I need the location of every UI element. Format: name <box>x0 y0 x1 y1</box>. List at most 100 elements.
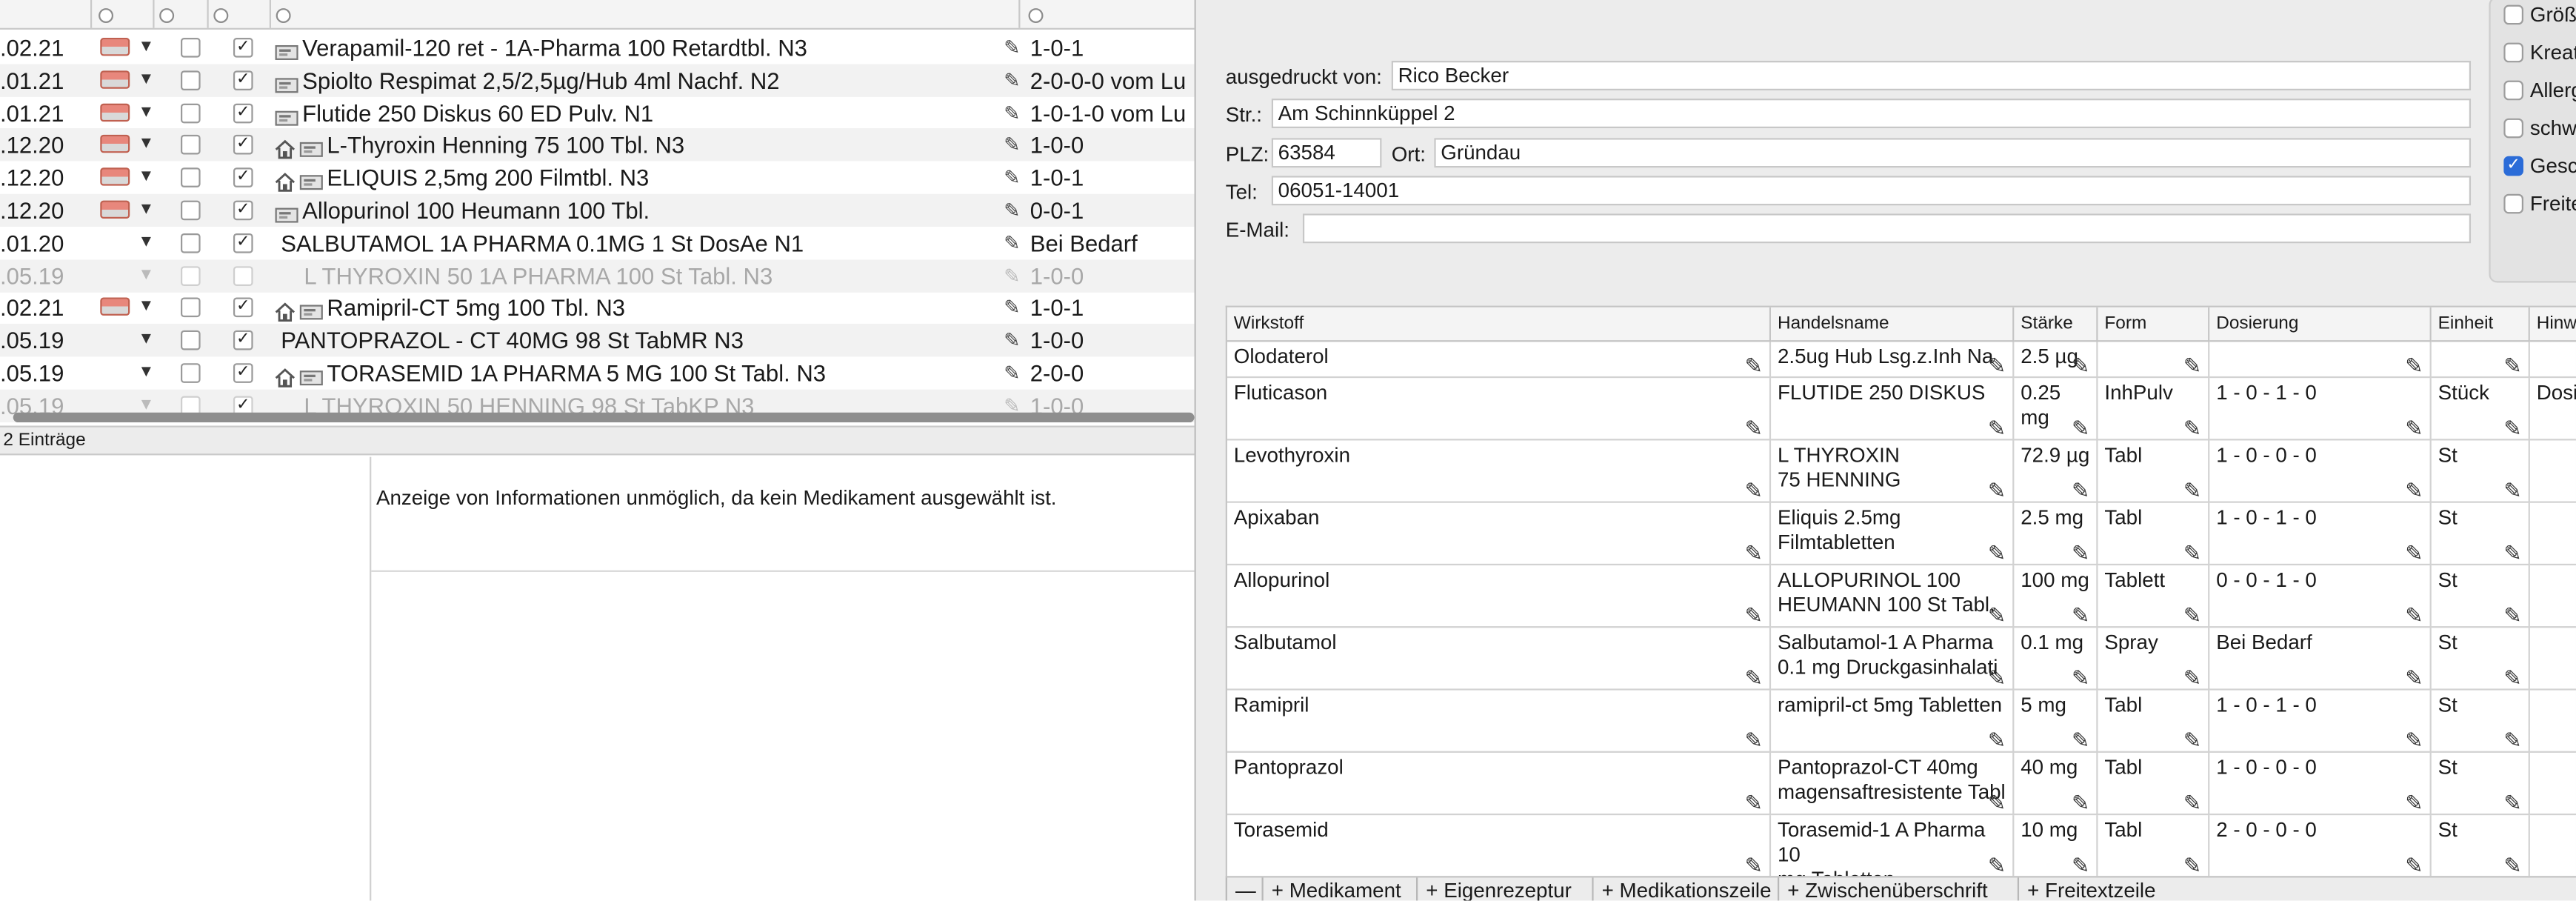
edit-pencil-icon[interactable]: ✎ <box>2072 542 2089 564</box>
row-checkbox-checked[interactable]: ✓ <box>233 233 253 253</box>
column-filter-radio[interactable] <box>1028 8 1044 24</box>
table-cell[interactable]: Ramipril <box>1227 690 1772 753</box>
table-cell[interactable]: Eliquis 2.5mg Filmtabletten <box>1771 502 2015 566</box>
table-cell[interactable]: L THYROXIN 75 HENNING <box>1771 440 2015 503</box>
table-cell[interactable]: Bei Bedarf <box>2209 628 2432 691</box>
edit-pencil-icon[interactable]: ✎ <box>2183 792 2201 814</box>
medication-row[interactable]: .12.20 ▼ ✓ L-Thyroxin Henning 75 100 Tbl. N… <box>0 128 1195 162</box>
add-freetext-line-button[interactable]: + Freitextzeile <box>2017 877 2155 901</box>
row-checkbox-checked[interactable]: ✓ <box>233 135 253 156</box>
table-cell[interactable]: 1 - 0 - 0 - 0 <box>2209 752 2432 816</box>
option-checkbox[interactable] <box>2503 80 2524 101</box>
row-checkbox-checked[interactable]: ✓ <box>233 363 253 383</box>
row-checkbox-checked[interactable]: ✓ <box>233 298 253 318</box>
edit-pencil-icon[interactable]: ✎ <box>1988 605 2006 626</box>
column-header[interactable]: Handelsname <box>1771 307 2015 342</box>
edit-pencil-icon[interactable]: ✎ <box>2072 480 2089 502</box>
edit-pencil-icon[interactable]: ✎ <box>2405 542 2423 564</box>
edit-pencil-icon[interactable]: ✎ <box>1004 259 1020 292</box>
add-medication-line-button[interactable]: + Medikationszeile <box>1592 877 1772 901</box>
edit-pencil-icon[interactable]: ✎ <box>2503 355 2521 376</box>
option-checkbox[interactable] <box>2503 42 2524 63</box>
tel-field[interactable]: 06051-14001 <box>1271 176 2472 206</box>
edit-pencil-icon[interactable]: ✎ <box>2072 854 2089 876</box>
plz-field[interactable]: 63584 <box>1271 138 1382 168</box>
horizontal-scrollbar[interactable] <box>13 412 1195 423</box>
column-separator[interactable] <box>269 0 271 28</box>
edit-pencil-icon[interactable]: ✎ <box>2405 355 2423 376</box>
edit-pencil-icon[interactable]: ✎ <box>1745 480 1763 502</box>
edit-pencil-icon[interactable]: ✎ <box>2503 605 2521 626</box>
table-cell[interactable] <box>2209 342 2432 379</box>
row-checkbox[interactable] <box>180 233 201 253</box>
table-cell[interactable]: Torasemid-1 A Pharma 10 mg Tabletten <box>1771 815 2015 877</box>
table-cell[interactable]: FLUTIDE 250 DISKUS <box>1771 378 2015 441</box>
row-checkbox[interactable] <box>180 135 201 156</box>
disclosure-triangle-icon[interactable]: ▼ <box>138 31 154 64</box>
table-cell[interactable]: Olodaterol <box>1227 342 1772 379</box>
edit-pencil-icon[interactable]: ✎ <box>1988 417 2006 439</box>
row-checkbox-checked[interactable]: ✓ <box>233 102 253 123</box>
edit-pencil-icon[interactable]: ✎ <box>1004 96 1020 129</box>
edit-pencil-icon[interactable]: ✎ <box>1988 355 2006 376</box>
table-cell[interactable]: 1 - 0 - 1 - 0 <box>2209 690 2432 753</box>
option-checkbox[interactable] <box>2503 193 2524 214</box>
disclosure-triangle-icon[interactable]: ▼ <box>138 64 154 96</box>
row-checkbox[interactable] <box>180 167 201 188</box>
column-filter-radio[interactable] <box>99 8 114 24</box>
medication-row[interactable]: .05.19 ▼ ✓ TORASEMID 1A PHARMA 5 MG 100 St … <box>0 356 1195 389</box>
edit-pencil-icon[interactable]: ✎ <box>2405 854 2423 876</box>
table-cell[interactable]: Salbutamol-1 A Pharma 0.1 mg Druckgasinh… <box>1771 628 2015 691</box>
add-own-recipe-button[interactable]: + Eigenrezeptur <box>1416 877 1572 901</box>
row-checkbox-checked[interactable] <box>233 265 253 286</box>
table-cell[interactable]: ramipril-ct 5mg Tabletten <box>1771 690 2015 753</box>
edit-pencil-icon[interactable]: ✎ <box>1745 417 1763 439</box>
edit-pencil-icon[interactable]: ✎ <box>2072 605 2089 626</box>
medication-row[interactable]: .01.20 ▼ ✓ SALBUTAMOL 1A PHARMA 0.1MG 1 St … <box>0 227 1195 259</box>
edit-pencil-icon[interactable]: ✎ <box>2405 668 2423 689</box>
add-subheading-button[interactable]: + Zwischenüberschrift <box>1777 877 1988 901</box>
table-cell[interactable]: Pantoprazol <box>1227 752 1772 816</box>
medication-row[interactable]: .02.21 ▼ ✓ Ramipril-CT 5mg 100 Tbl. N3 ✎ 1-0-… <box>0 291 1195 324</box>
edit-pencil-icon[interactable]: ✎ <box>1988 668 2006 689</box>
column-separator[interactable] <box>90 0 93 28</box>
edit-pencil-icon[interactable]: ✎ <box>2183 854 2201 876</box>
medication-row[interactable]: .05.19 ▼ ✓ PANTOPRAZOL - CT 40MG 98 St TabM… <box>0 324 1195 357</box>
edit-pencil-icon[interactable]: ✎ <box>1988 480 2006 502</box>
add-medication-button[interactable]: + Medikament <box>1261 877 1401 901</box>
edit-pencil-icon[interactable]: ✎ <box>2072 668 2089 689</box>
edit-pencil-icon[interactable]: ✎ <box>1004 227 1020 259</box>
edit-pencil-icon[interactable]: ✎ <box>2183 417 2201 439</box>
table-cell[interactable] <box>2529 565 2576 628</box>
edit-pencil-icon[interactable]: ✎ <box>1004 291 1020 324</box>
table-cell[interactable]: 2 - 0 - 0 - 0 <box>2209 815 2432 877</box>
table-cell[interactable]: 2.5ug Hub Lsg.z.Inh Na <box>1771 342 2015 379</box>
row-checkbox[interactable] <box>180 38 201 58</box>
edit-pencil-icon[interactable]: ✎ <box>1745 854 1763 876</box>
edit-pencil-icon[interactable]: ✎ <box>2405 417 2423 439</box>
street-field[interactable]: Am Schinnküppel 2 <box>1271 99 2472 129</box>
column-filter-radio[interactable] <box>276 8 291 24</box>
row-checkbox[interactable] <box>180 70 201 90</box>
edit-pencil-icon[interactable]: ✎ <box>1988 730 2006 751</box>
disclosure-triangle-icon[interactable]: ▼ <box>138 259 154 292</box>
row-checkbox-checked[interactable]: ✓ <box>233 200 253 221</box>
edit-pencil-icon[interactable]: ✎ <box>2503 668 2521 689</box>
table-cell[interactable]: Fluticason <box>1227 378 1772 441</box>
edit-pencil-icon[interactable]: ✎ <box>2072 355 2089 376</box>
table-cell[interactable]: ALLOPURINOL 100 HEUMANN 100 St Tabl. <box>1771 565 2015 628</box>
column-filter-radio[interactable] <box>213 8 229 24</box>
disclosure-triangle-icon[interactable]: ▼ <box>138 129 154 162</box>
option-checkbox[interactable] <box>2503 118 2524 139</box>
edit-pencil-icon[interactable]: ✎ <box>2072 730 2089 751</box>
row-checkbox[interactable] <box>180 330 201 350</box>
table-cell[interactable] <box>2529 440 2576 503</box>
disclosure-triangle-icon[interactable]: ▼ <box>138 291 154 324</box>
table-cell[interactable]: Salbutamol <box>1227 628 1772 691</box>
row-checkbox[interactable] <box>180 298 201 318</box>
edit-pencil-icon[interactable]: ✎ <box>2183 605 2201 626</box>
table-cell[interactable]: 1 - 0 - 1 - 0 <box>2209 378 2432 441</box>
table-cell[interactable] <box>2529 503 2576 566</box>
column-header[interactable]: Dosierung <box>2209 307 2432 342</box>
printed-by-field[interactable]: Rico Becker <box>1391 61 2472 90</box>
